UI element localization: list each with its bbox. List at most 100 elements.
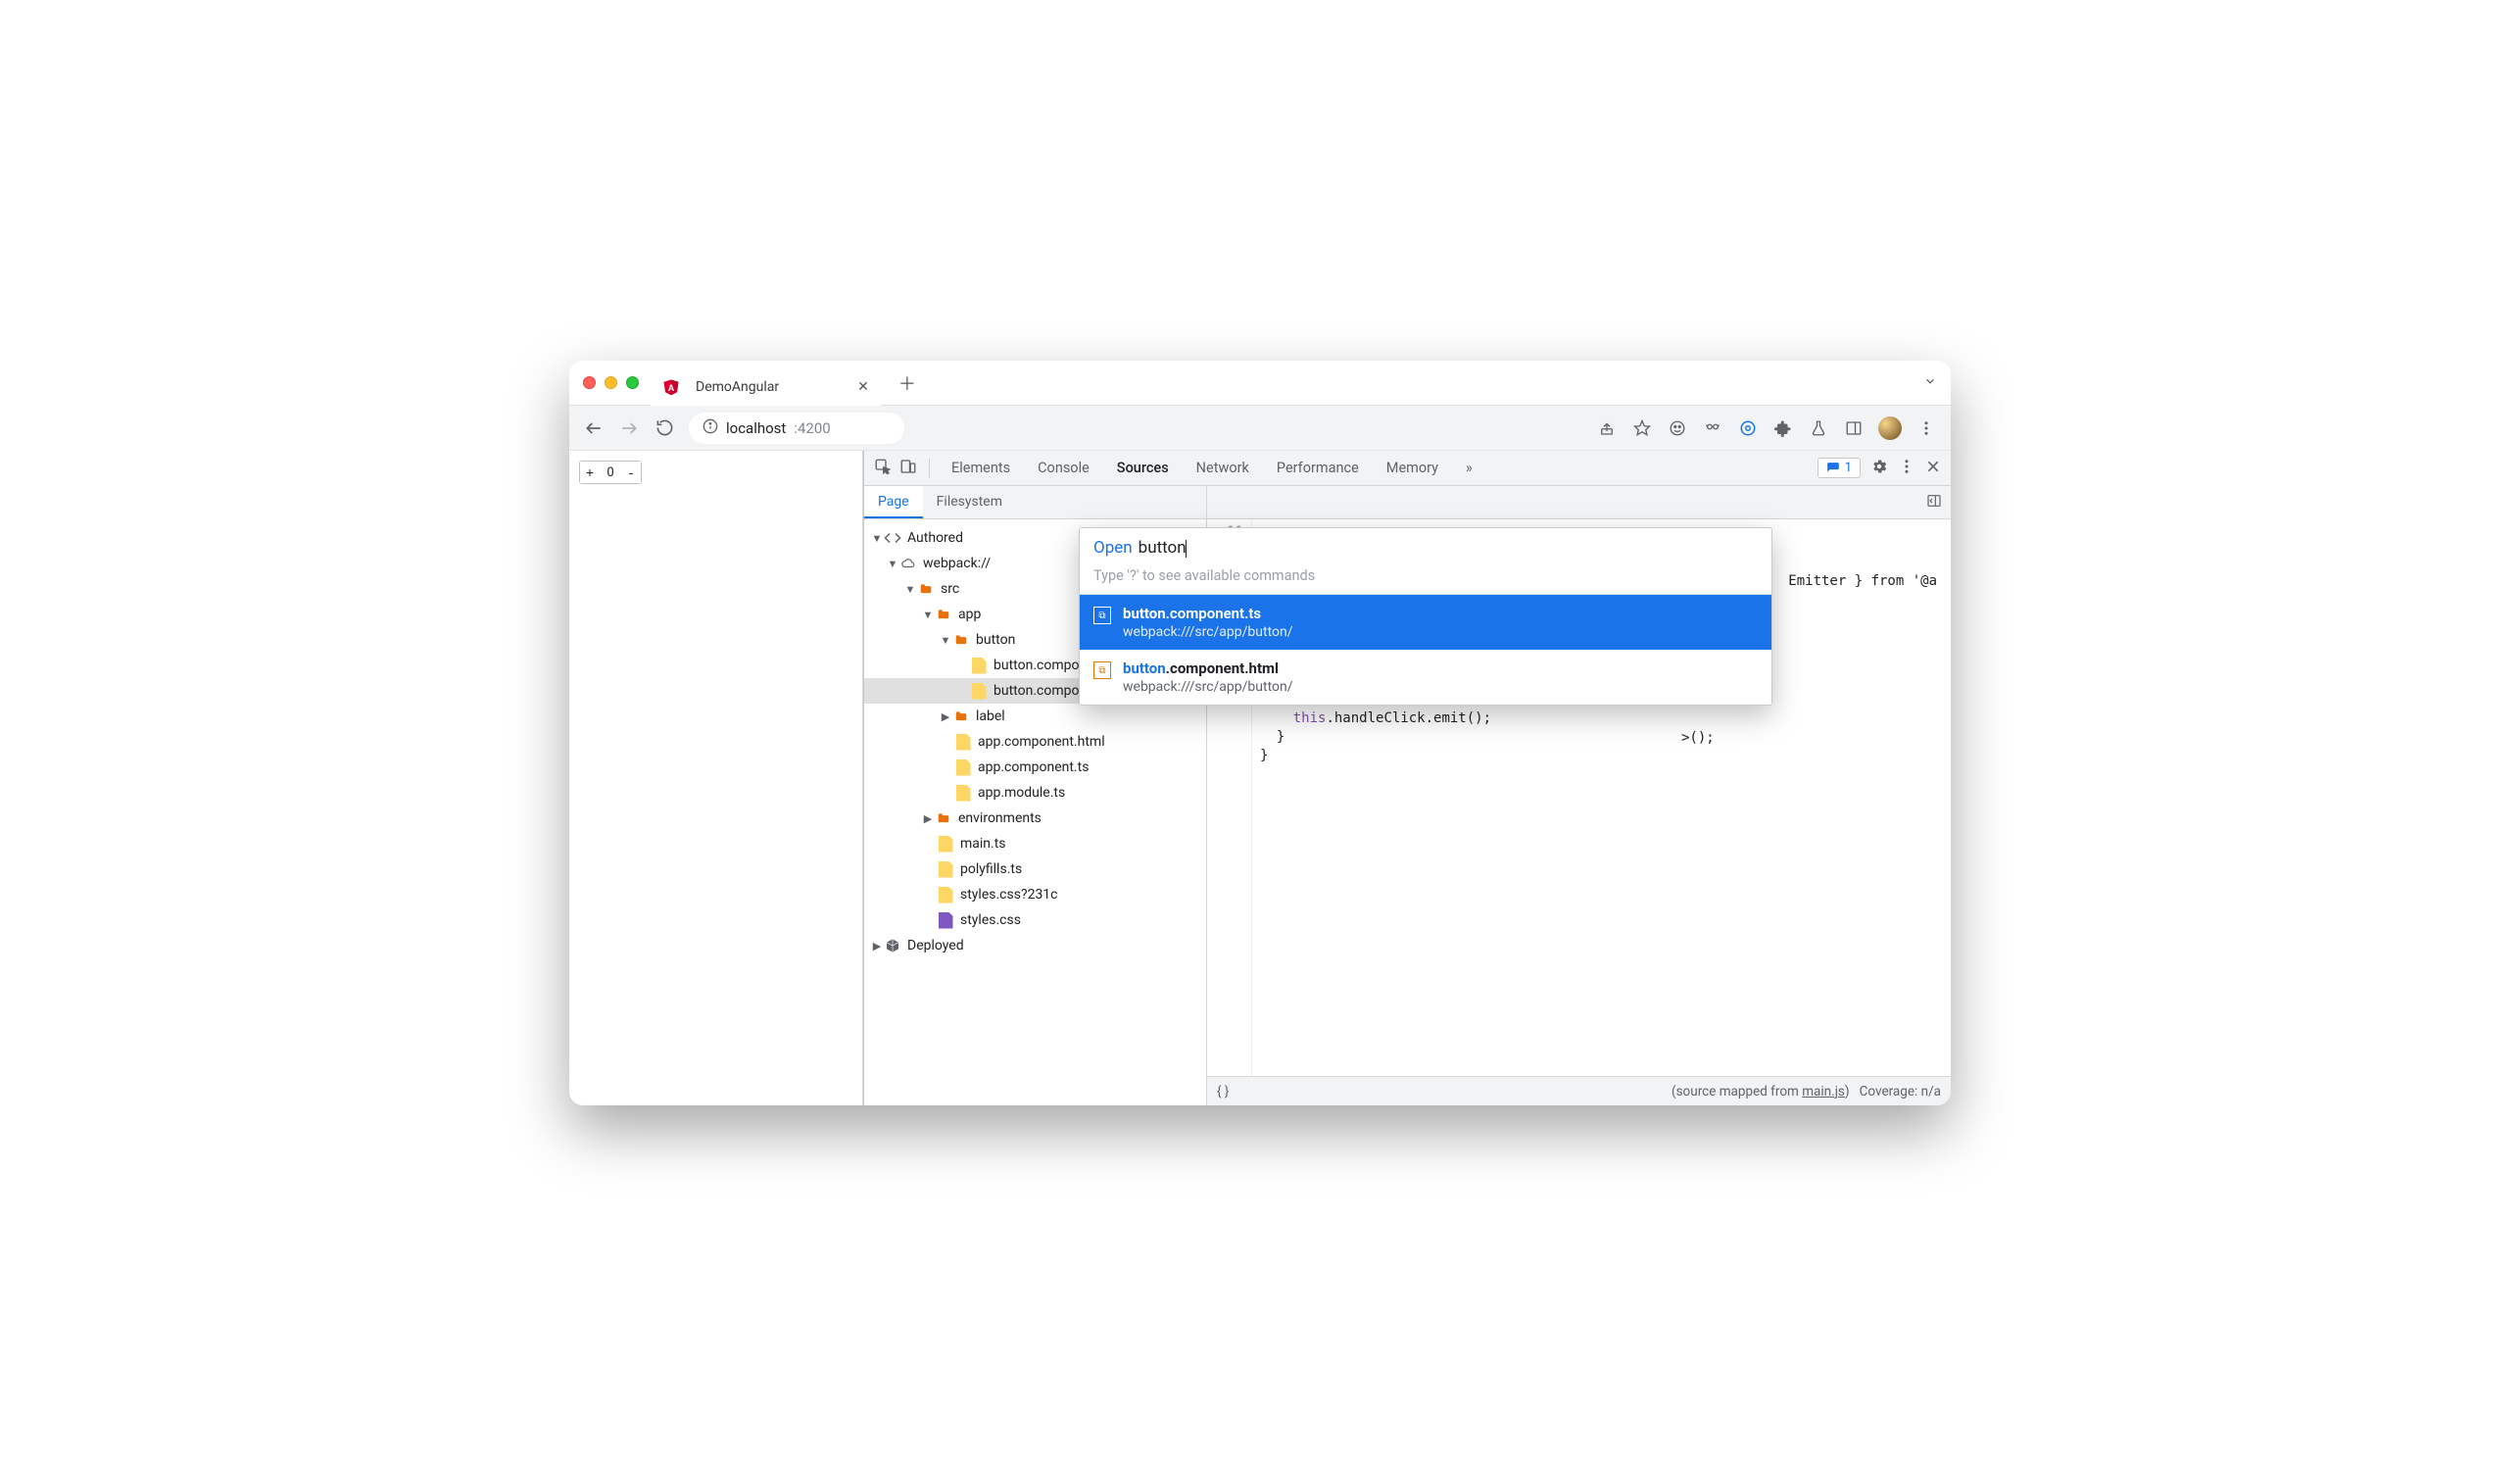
tree-app: app [958,607,981,622]
code-icon [884,529,901,547]
url-rest: :4200 [794,419,830,437]
counter-value: 0 [600,465,621,480]
file-icon [954,733,972,751]
labs-flask-icon[interactable] [1808,417,1829,439]
chrome-menu-icon[interactable] [1915,417,1937,439]
sidebar-tab-page[interactable]: Page [864,486,923,518]
toolbar-icons [1596,416,1937,440]
panel-console[interactable]: Console [1028,454,1099,482]
folder-icon [935,809,952,827]
file-icon [970,657,988,674]
close-tab-button[interactable]: ✕ [857,379,869,395]
palette-input[interactable]: Open button [1080,528,1771,562]
tree-app-html: app.component.html [978,734,1105,750]
folder-icon [935,606,952,623]
file-icon [954,758,972,776]
tree-polyfills: polyfills.ts [960,861,1022,877]
issues-count: 1 [1845,461,1852,475]
editor-tabs [1207,486,1951,519]
open-file-palette: Open button Type '?' to see available com… [1079,527,1772,706]
cloud-icon [899,555,917,572]
devtools-close-icon[interactable] [1925,459,1941,478]
decrement-button[interactable]: - [621,462,641,483]
url-host: localhost [726,419,786,437]
mapped-link[interactable]: main.js [1802,1084,1845,1100]
tree-deployed: Deployed [907,938,964,953]
share-icon[interactable] [1596,417,1618,439]
palette-prefix: Open [1093,538,1133,558]
increment-button[interactable]: + [580,462,600,483]
file-icon [937,911,954,929]
side-panel-icon[interactable] [1843,417,1865,439]
extension-icon-3[interactable] [1737,417,1759,439]
devtools-status-bar: { } (source mapped from main.js) Coverag… [1207,1076,1951,1105]
palette-result-2[interactable]: ⧉ button.component.html webpack:///src/a… [1080,650,1771,705]
device-toggle-icon[interactable] [899,458,917,479]
browser-window: A DemoAngular ✕ ＋ localhost :4200 [569,361,1951,1105]
svg-text:A: A [668,382,675,392]
folder-icon [952,631,970,649]
tree-authored: Authored [907,530,963,546]
address-bar[interactable]: localhost :4200 [689,413,904,444]
tree-src: src [941,581,959,597]
bookmark-star-icon[interactable] [1631,417,1653,439]
devtools-settings-icon[interactable] [1870,458,1888,479]
titlebar: A DemoAngular ✕ ＋ [569,361,1951,406]
devtools-toolbar: Elements Console Sources Network Perform… [864,451,1951,486]
file-icon [954,784,972,802]
tree-app-module: app.module.ts [978,785,1065,801]
tree-app-ts: app.component.ts [978,759,1089,775]
extension-icon-1[interactable] [1667,417,1688,439]
code-fragment-top: Emitter } from '@a [1788,573,1937,589]
issues-chip[interactable]: 1 [1817,458,1861,478]
browser-tab[interactable]: A DemoAngular ✕ [651,368,881,406]
tab-dropdown-button[interactable] [1923,374,1937,392]
new-tab-button[interactable]: ＋ [893,370,922,396]
file-icon [937,860,954,878]
panel-network[interactable]: Network [1187,454,1259,482]
minimize-window-button[interactable] [605,376,617,389]
tree-button: button [976,632,1015,648]
ts-file-icon: ⧉ [1093,607,1111,624]
window-controls [583,376,639,389]
status-mapped: (source mapped from main.js) [1672,1084,1850,1100]
panel-memory[interactable]: Memory [1377,454,1448,482]
palette-query: button [1139,538,1187,558]
angular-icon: A [662,378,680,396]
file-icon [937,835,954,853]
back-button[interactable] [583,417,605,439]
panel-sources[interactable]: Sources [1107,454,1179,482]
close-window-button[interactable] [583,376,596,389]
tree-label: label [976,709,1005,724]
site-info-icon[interactable] [703,418,718,438]
maximize-window-button[interactable] [626,376,639,389]
sidebar-tab-filesystem[interactable]: Filesystem [923,486,1016,518]
forward-button[interactable] [618,417,640,439]
panel-performance[interactable]: Performance [1267,454,1369,482]
html-file-icon: ⧉ [1093,661,1111,679]
deployed-icon [884,937,901,954]
pretty-print-icon[interactable]: { } [1217,1084,1230,1100]
file-icon [937,886,954,904]
extensions-puzzle-icon[interactable] [1772,417,1794,439]
panel-elements[interactable]: Elements [942,454,1020,482]
inspect-element-icon[interactable] [874,458,892,479]
panel-overflow-icon[interactable]: » [1456,454,1482,482]
reload-button[interactable] [654,417,675,439]
tree-webpack: webpack:// [923,556,991,571]
profile-avatar[interactable] [1878,416,1902,440]
extension-icon-2[interactable] [1702,417,1723,439]
tree-styles: styles.css [960,912,1021,928]
status-coverage: Coverage: n/a [1860,1084,1941,1100]
toggle-sidebar-icon[interactable] [1925,493,1943,513]
palette-result-1[interactable]: ⧉ button.component.ts webpack:///src/app… [1080,595,1771,650]
sources-sidebar-tabs: Page Filesystem [864,486,1206,519]
tree-main-ts: main.ts [960,836,1006,852]
folder-icon [917,580,935,598]
tab-title: DemoAngular [696,379,779,395]
tree-styles-q: styles.css?231c [960,887,1058,903]
palette-help: Type '?' to see available commands [1080,562,1771,595]
devtools-menu-icon[interactable] [1898,458,1915,479]
counter-stepper: + 0 - [579,461,642,484]
file-icon [970,682,988,700]
